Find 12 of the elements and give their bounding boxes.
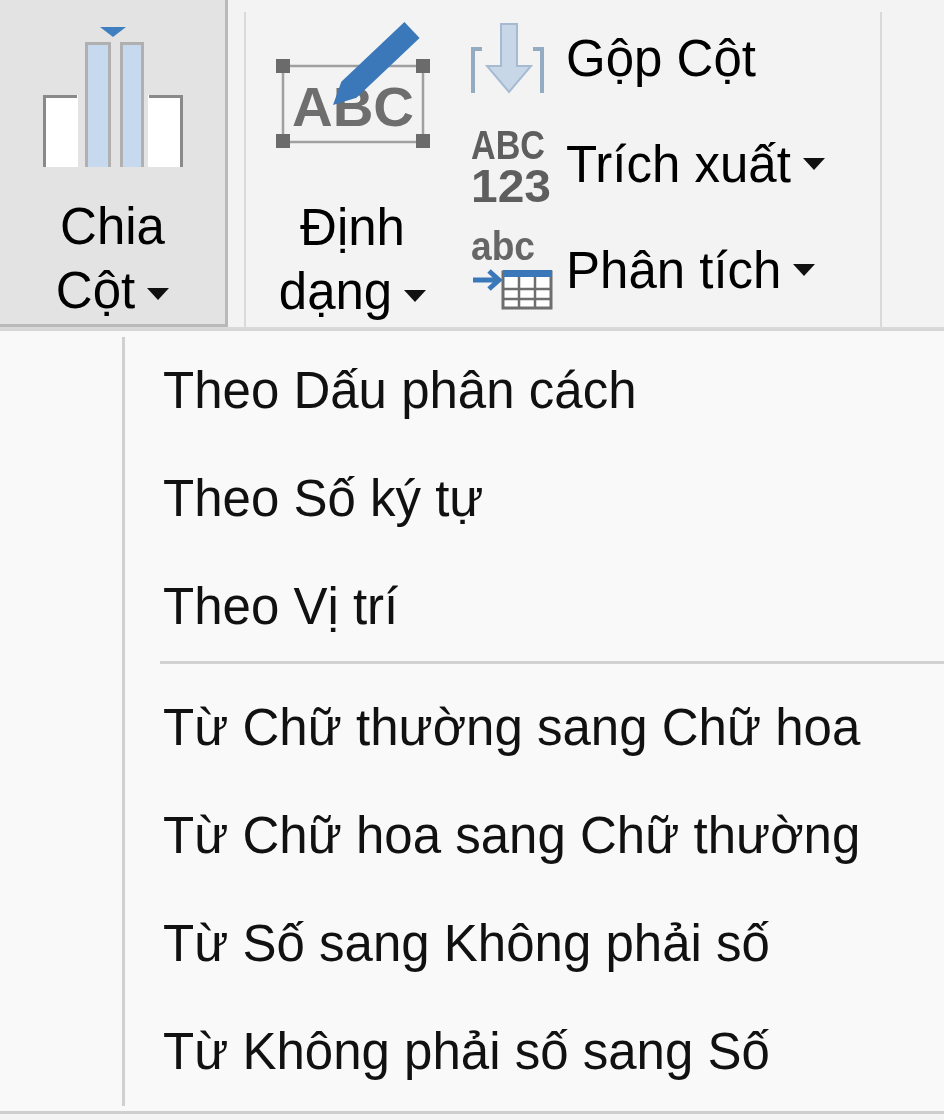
menu-item[interactable]: Theo Vị trí [125,553,944,661]
menu-item[interactable]: Từ Số sang Không phải số [125,890,944,998]
split-column-button[interactable]: Chia Cột [0,0,228,327]
menu-item[interactable]: Từ Chữ thường sang Chữ hoa [125,674,944,782]
parse-button[interactable]: abc Phân tích [469,217,816,323]
menu-item[interactable]: Từ Chữ hoa sang Chữ thường [125,782,944,890]
letters-digits-icon: ABC 123 [469,124,554,204]
menu-item[interactable]: Từ Không phải số sang Số [125,998,944,1106]
menu-item[interactable]: Theo Số ký tự [125,445,944,553]
merge-columns-button[interactable]: Gộp Cột [469,5,756,111]
columns-icon [42,26,183,167]
menu-item[interactable]: Theo Dấu phân cách [125,337,944,445]
